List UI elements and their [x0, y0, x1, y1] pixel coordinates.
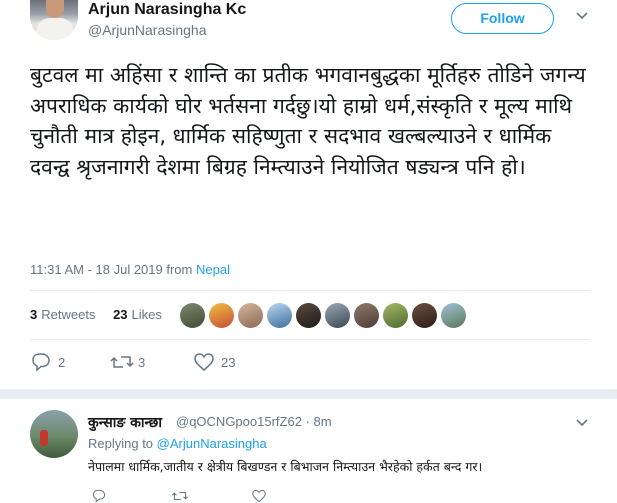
replying-to-link[interactable]: @ArjunNarasingha	[157, 436, 267, 451]
reply-time[interactable]: · 8m	[306, 414, 332, 429]
likes-count: 23	[113, 307, 128, 322]
avatar-shirt	[36, 18, 74, 40]
liker-avatar[interactable]	[383, 303, 408, 328]
like-count: 23	[221, 355, 236, 370]
reply-author-avatar[interactable]	[30, 410, 78, 458]
retweets-label: Retweets	[41, 307, 96, 322]
follow-button[interactable]: Follow	[451, 3, 554, 34]
tweet-stats: 3 Retweets 23 Likes	[30, 307, 176, 322]
retweet-icon	[110, 356, 134, 368]
replying-to: Replying to @ArjunNarasingha	[88, 436, 267, 451]
likes-stat[interactable]: 23 Likes	[113, 307, 162, 322]
divider	[30, 290, 590, 291]
liker-avatar[interactable]	[238, 303, 263, 328]
reply-count: 2	[58, 355, 66, 370]
liker-avatar[interactable]	[296, 303, 321, 328]
tweet-location-link[interactable]: Nepal	[196, 262, 230, 277]
liker-avatar[interactable]	[412, 303, 437, 328]
reply-meta: @qOCNGpoo15rfZ62 · 8m	[176, 414, 332, 429]
liker-avatar[interactable]	[441, 303, 466, 328]
avatar-face	[46, 0, 64, 18]
chevron-down-icon[interactable]	[576, 10, 588, 22]
author-name[interactable]: Arjun Narasingha Kc	[88, 1, 246, 19]
reply-author-handle[interactable]: @qOCNGpoo15rfZ62	[176, 414, 302, 429]
timestamp-text: 11:31 AM - 18 Jul 2019 from	[30, 262, 193, 277]
liker-avatar[interactable]	[354, 303, 379, 328]
reply-author-name[interactable]: कुन्साङ कान्छा	[88, 413, 162, 432]
author-handle[interactable]: @ArjunNarasingha	[88, 22, 207, 38]
tweet-timestamp: 11:31 AM - 18 Jul 2019 from Nepal	[30, 262, 230, 277]
liker-avatar[interactable]	[209, 303, 234, 328]
reply-icon	[32, 353, 50, 372]
divider	[30, 339, 590, 340]
liker-avatar[interactable]	[180, 303, 205, 328]
replying-label: Replying to	[88, 436, 154, 451]
author-avatar[interactable]	[30, 0, 78, 40]
heart-icon	[194, 353, 214, 371]
avatar-figure	[40, 430, 48, 446]
reply-text: नेपालमा धार्मिक,जातीय र क्षेत्रीय बिखण्ड…	[88, 459, 483, 474]
retweets-count: 3	[30, 307, 38, 322]
section-separator	[0, 389, 617, 399]
retweets-stat[interactable]: 3 Retweets	[30, 307, 95, 322]
chevron-down-icon[interactable]	[576, 417, 588, 429]
liker-avatar[interactable]	[325, 303, 350, 328]
likes-label: Likes	[131, 307, 162, 322]
liker-avatar[interactable]	[267, 303, 292, 328]
retweet-count: 3	[138, 355, 146, 370]
tweet-text: बुटवल मा अहिंसा र शान्ति का प्रतीक भगवान…	[30, 63, 586, 179]
